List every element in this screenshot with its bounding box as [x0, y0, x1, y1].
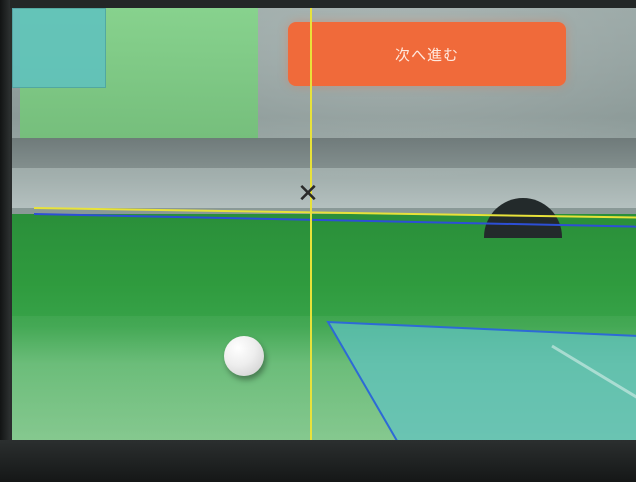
monitor-left-bezel [0, 0, 10, 482]
golf-ball-icon [224, 336, 264, 376]
vertical-guide-line [310, 8, 312, 460]
simulator-screen: 次へ進む ✕ [10, 8, 636, 460]
backdrop-band [12, 138, 636, 168]
turf-sheen [12, 316, 636, 460]
monitor-bottom-bezel [0, 440, 636, 482]
cyan-corner-panel [12, 8, 106, 88]
next-button[interactable]: 次へ進む [288, 22, 566, 86]
close-x-icon[interactable]: ✕ [294, 180, 322, 208]
